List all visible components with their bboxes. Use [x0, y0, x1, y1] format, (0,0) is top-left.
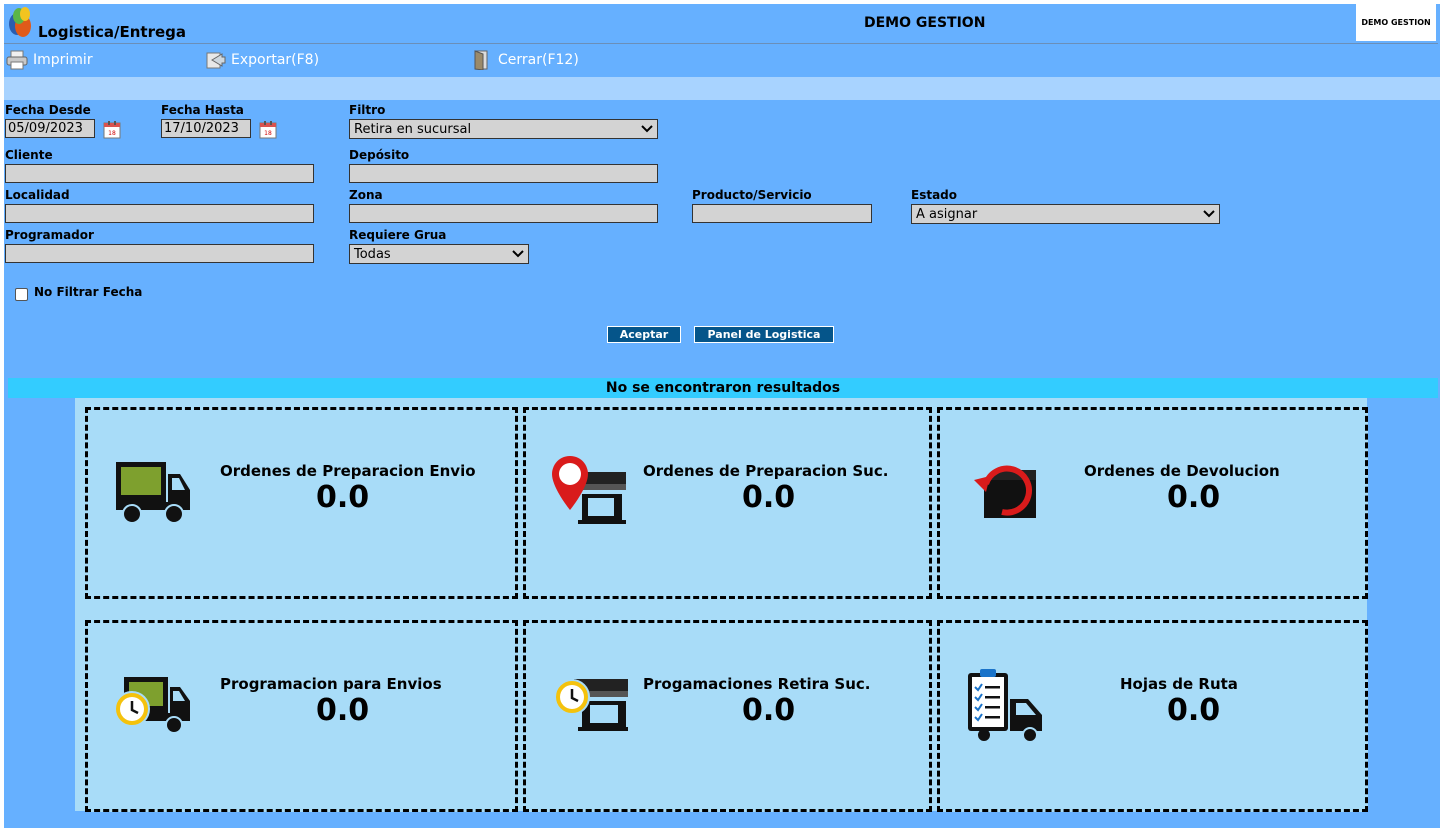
svg-text:18: 18 [108, 130, 116, 137]
filtro-select[interactable]: Retira en sucursal [349, 119, 658, 139]
card-ordenes-preparacion-suc[interactable]: Ordenes de Preparacion Suc. 0.0 [523, 407, 932, 599]
truck-clock-icon [114, 677, 190, 734]
store-location-icon [552, 456, 626, 524]
localidad-label: Localidad [5, 188, 70, 202]
card-title: Ordenes de Preparacion Suc. [643, 462, 889, 480]
aceptar-button[interactable]: Aceptar [607, 326, 681, 343]
fecha-hasta-label: Fecha Hasta [161, 103, 244, 117]
chevron-down-icon [512, 250, 524, 258]
fecha-desde-input[interactable] [5, 119, 95, 138]
card-ordenes-devolucion[interactable]: Ordenes de Devolucion 0.0 [937, 407, 1368, 599]
toolbar: Imprimir Exportar(F8) Cerrar(F12) [4, 43, 1438, 78]
card-progamaciones-retira-suc[interactable]: Progamaciones Retira Suc. 0.0 [523, 620, 932, 812]
filtro-value: Retira en sucursal [354, 121, 472, 137]
exit-door-icon [474, 50, 488, 70]
close-button[interactable]: Cerrar(F12) [471, 50, 579, 70]
app-title: Logistica/Entrega [38, 23, 187, 41]
card-title: Ordenes de Preparacion Envio [220, 462, 476, 480]
brand-logo: DEMO GESTION [1356, 4, 1436, 41]
close-label: Cerrar(F12) [498, 52, 579, 68]
card-value: 0.0 [742, 693, 796, 728]
store-clock-icon [554, 679, 628, 731]
export-button[interactable]: Exportar(F8) [204, 50, 319, 70]
producto-label: Producto/Servicio [692, 188, 812, 202]
no-filtrar-fecha-label: No Filtrar Fecha [34, 285, 143, 299]
separator-strip [4, 77, 1440, 100]
localidad-input[interactable] [5, 204, 314, 223]
card-value: 0.0 [316, 693, 370, 728]
clipboard-truck-icon [968, 669, 1042, 743]
card-value: 0.0 [1167, 693, 1221, 728]
card-hojas-de-ruta[interactable]: Hojas de Ruta 0.0 [937, 620, 1368, 812]
cliente-label: Cliente [5, 148, 53, 162]
card-value: 0.0 [742, 480, 796, 515]
deposito-input[interactable] [349, 164, 658, 183]
card-value: 0.0 [1167, 480, 1221, 515]
zona-input[interactable] [349, 204, 658, 223]
requiere-grua-value: Todas [354, 246, 391, 262]
export-label: Exportar(F8) [231, 52, 320, 68]
programador-input[interactable] [5, 244, 314, 263]
no-filtrar-fecha-checkbox[interactable] [15, 288, 28, 301]
fecha-desde-label: Fecha Desde [5, 103, 91, 117]
card-ordenes-preparacion-envio[interactable]: Ordenes de Preparacion Envio 0.0 [85, 407, 518, 599]
print-label: Imprimir [33, 52, 93, 68]
return-box-icon [974, 465, 1036, 518]
header: Logistica/Entrega DEMO GESTION DEMO GEST… [4, 4, 1440, 43]
fecha-hasta-input[interactable] [161, 119, 251, 138]
card-title: Hojas de Ruta [1120, 675, 1238, 693]
result-message: No se encontraron resultados [8, 378, 1438, 398]
panel-logistica-button[interactable]: Panel de Logistica [694, 326, 834, 343]
card-title: Programacion para Envios [220, 675, 442, 693]
chevron-down-icon [641, 125, 653, 133]
programador-label: Programador [5, 228, 94, 242]
estado-value: A asignar [916, 206, 978, 222]
truck-icon [116, 462, 190, 524]
deposito-label: Depósito [349, 148, 410, 162]
producto-input[interactable] [692, 204, 872, 223]
card-title: Ordenes de Devolucion [1084, 462, 1280, 480]
requiere-grua-label: Requiere Grua [349, 228, 447, 242]
zona-label: Zona [349, 188, 383, 202]
card-title: Progamaciones Retira Suc. [643, 675, 871, 693]
estado-label: Estado [911, 188, 958, 202]
app-window: Logistica/Entrega DEMO GESTION DEMO GEST… [4, 4, 1440, 828]
card-value: 0.0 [316, 480, 370, 515]
calendar-icon[interactable]: 18 [258, 119, 280, 141]
card-programacion-envios[interactable]: Programacion para Envios 0.0 [85, 620, 518, 812]
chevron-down-icon [1203, 210, 1215, 218]
filtro-label: Filtro [349, 103, 386, 117]
calendar-icon[interactable]: 18 [102, 119, 124, 141]
printer-icon [6, 50, 28, 70]
app-logo-icon [9, 7, 31, 37]
export-icon [206, 52, 226, 69]
requiere-grua-select[interactable]: Todas [349, 244, 529, 264]
dashboard-panel: Ordenes de Preparacion Envio 0.0 Ordenes… [75, 398, 1368, 812]
svg-text:18: 18 [264, 130, 272, 137]
cliente-input[interactable] [5, 164, 314, 183]
print-button[interactable]: Imprimir [6, 50, 93, 70]
estado-select[interactable]: A asignar [911, 204, 1220, 224]
company-name: DEMO GESTION [864, 15, 986, 31]
